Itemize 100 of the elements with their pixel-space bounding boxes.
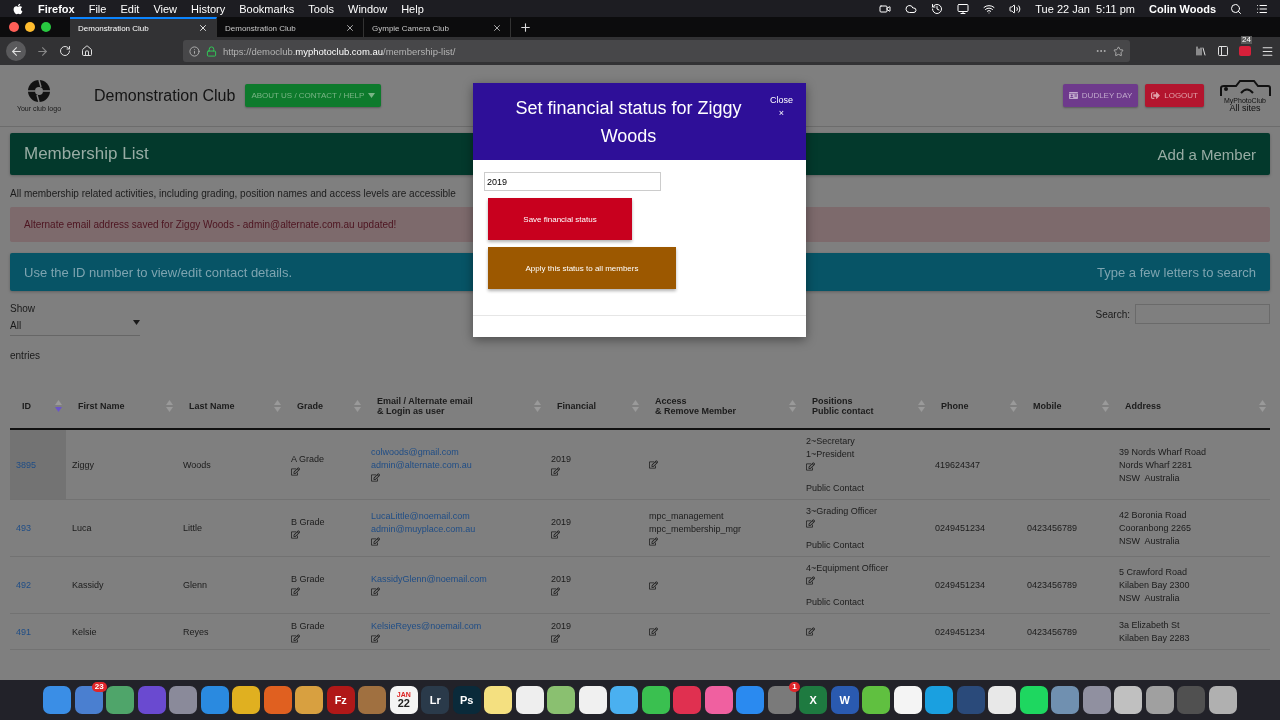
app-icon[interactable] <box>610 686 639 714</box>
list-icon[interactable] <box>1256 2 1268 15</box>
close-icon[interactable] <box>198 23 208 33</box>
app-icon[interactable] <box>232 686 261 714</box>
column-header[interactable]: Financial <box>557 400 596 411</box>
clock-text[interactable]: Tue 22 Jan 5:11 pm <box>1035 2 1135 15</box>
column-header[interactable]: Phone <box>941 400 969 411</box>
column-header[interactable]: Last Name <box>189 400 235 411</box>
close-icon[interactable] <box>492 23 502 33</box>
app-icon[interactable] <box>893 686 922 714</box>
volume-icon[interactable] <box>1009 2 1022 15</box>
edit-icon[interactable] <box>291 587 300 596</box>
edit-icon[interactable] <box>649 536 658 546</box>
wifi-icon[interactable] <box>983 2 996 15</box>
app-icon[interactable] <box>1114 686 1143 714</box>
menu-icon[interactable] <box>1261 44 1274 58</box>
app-icon[interactable]: Lr <box>421 686 450 714</box>
cloud-icon[interactable] <box>905 2 918 15</box>
menu-item[interactable]: Bookmarks <box>239 2 295 15</box>
search-icon[interactable] <box>1230 2 1242 15</box>
edit-icon[interactable] <box>551 633 560 643</box>
user-name[interactable]: Colin Woods <box>1149 2 1216 15</box>
app-icon[interactable] <box>1145 686 1174 714</box>
browser-tab[interactable]: Demonstration Club <box>70 17 217 37</box>
info-icon[interactable] <box>189 45 200 57</box>
save-button[interactable]: Save financial status <box>488 198 632 240</box>
library-icon[interactable] <box>1195 45 1207 57</box>
column-header[interactable]: First Name <box>78 400 125 411</box>
edit-icon[interactable] <box>291 633 300 643</box>
column-header[interactable]: Positions Public contact <box>812 395 874 416</box>
app-icon[interactable]: Ps <box>452 686 481 714</box>
new-tab-icon[interactable] <box>519 20 532 34</box>
app-icon[interactable]: X <box>799 686 828 714</box>
address-field[interactable]: https://democlub.myphotoclub.com.au/membership-list/ <box>183 40 1130 62</box>
menu-item[interactable]: Edit <box>120 2 140 15</box>
logout-button[interactable]: LOGOUT <box>1145 84 1204 107</box>
app-icon[interactable]: W <box>830 686 859 714</box>
edit-icon[interactable] <box>291 466 300 476</box>
column-header[interactable]: ID <box>22 400 31 411</box>
user-button[interactable]: DUDLEY DAY <box>1062 84 1139 107</box>
camera-icon[interactable] <box>879 2 892 15</box>
edit-icon[interactable] <box>371 536 380 546</box>
edit-icon[interactable] <box>806 519 815 528</box>
help-menu-button[interactable]: ABOUT US / CONTACT / HELP <box>245 84 382 107</box>
add-member-link[interactable]: Add a Member <box>1157 145 1256 163</box>
app-icon[interactable]: Fz <box>326 686 355 714</box>
edit-icon[interactable] <box>649 627 658 636</box>
edit-icon[interactable] <box>649 580 658 590</box>
app-icon[interactable] <box>515 686 544 714</box>
menu-item[interactable]: Firefox <box>38 2 75 15</box>
close-light[interactable] <box>9 22 19 32</box>
menu-item[interactable]: History <box>191 2 226 15</box>
forward-icon[interactable] <box>36 44 49 58</box>
edit-icon[interactable] <box>806 576 815 585</box>
edit-icon[interactable] <box>371 473 380 482</box>
app-icon[interactable] <box>484 686 513 714</box>
edit-icon[interactable] <box>551 530 560 539</box>
apple-icon[interactable] <box>12 2 24 15</box>
edit-icon[interactable] <box>371 587 380 596</box>
year-field[interactable]: 2019 <box>484 172 661 191</box>
menu-item[interactable]: Tools <box>308 2 334 15</box>
star-icon[interactable] <box>1113 45 1124 57</box>
menu-item[interactable]: Help <box>401 2 424 15</box>
column-header[interactable]: Address <box>1125 400 1161 411</box>
menu-item[interactable]: File <box>88 2 107 15</box>
minimize-light[interactable] <box>25 22 35 32</box>
sidebar-icon[interactable] <box>1217 45 1229 57</box>
edit-icon[interactable] <box>806 462 815 471</box>
app-icon[interactable] <box>1208 686 1237 714</box>
home-icon[interactable] <box>81 45 93 57</box>
zoom-light[interactable] <box>41 22 51 32</box>
reload-icon[interactable] <box>59 45 71 57</box>
all-sites-link[interactable]: All sites <box>1229 103 1261 113</box>
close-button[interactable]: Close × <box>770 95 793 118</box>
apply-all-button[interactable]: Apply this status to all members <box>488 247 676 289</box>
app-icon[interactable] <box>295 686 324 714</box>
app-icon[interactable] <box>988 686 1017 714</box>
clock-icon[interactable] <box>931 2 944 15</box>
entries-select[interactable]: All <box>10 320 140 336</box>
edit-icon[interactable] <box>551 587 560 596</box>
edit-icon[interactable] <box>371 633 380 643</box>
display-icon[interactable] <box>957 2 970 15</box>
edit-icon[interactable] <box>551 466 560 476</box>
app-icon[interactable] <box>1019 686 1048 714</box>
app-icon[interactable] <box>641 686 670 714</box>
app-icon[interactable] <box>547 686 576 714</box>
lock-icon[interactable] <box>206 45 217 57</box>
app-icon[interactable] <box>578 686 607 714</box>
edit-icon[interactable] <box>806 627 815 636</box>
menu-item[interactable]: View <box>153 2 178 15</box>
sign-out-icon <box>1151 91 1161 100</box>
edit-icon[interactable] <box>649 460 658 469</box>
app-icon[interactable] <box>862 686 891 714</box>
column-header[interactable]: Mobile <box>1033 400 1062 411</box>
edit-icon[interactable] <box>291 530 300 539</box>
column-header[interactable]: Email / Alternate email & Login as user <box>377 395 473 416</box>
column-header[interactable]: Access & Remove Member <box>655 395 737 416</box>
close-icon[interactable] <box>345 23 355 33</box>
column-header[interactable]: Grade <box>297 400 323 411</box>
menu-item[interactable]: Window <box>348 2 388 15</box>
